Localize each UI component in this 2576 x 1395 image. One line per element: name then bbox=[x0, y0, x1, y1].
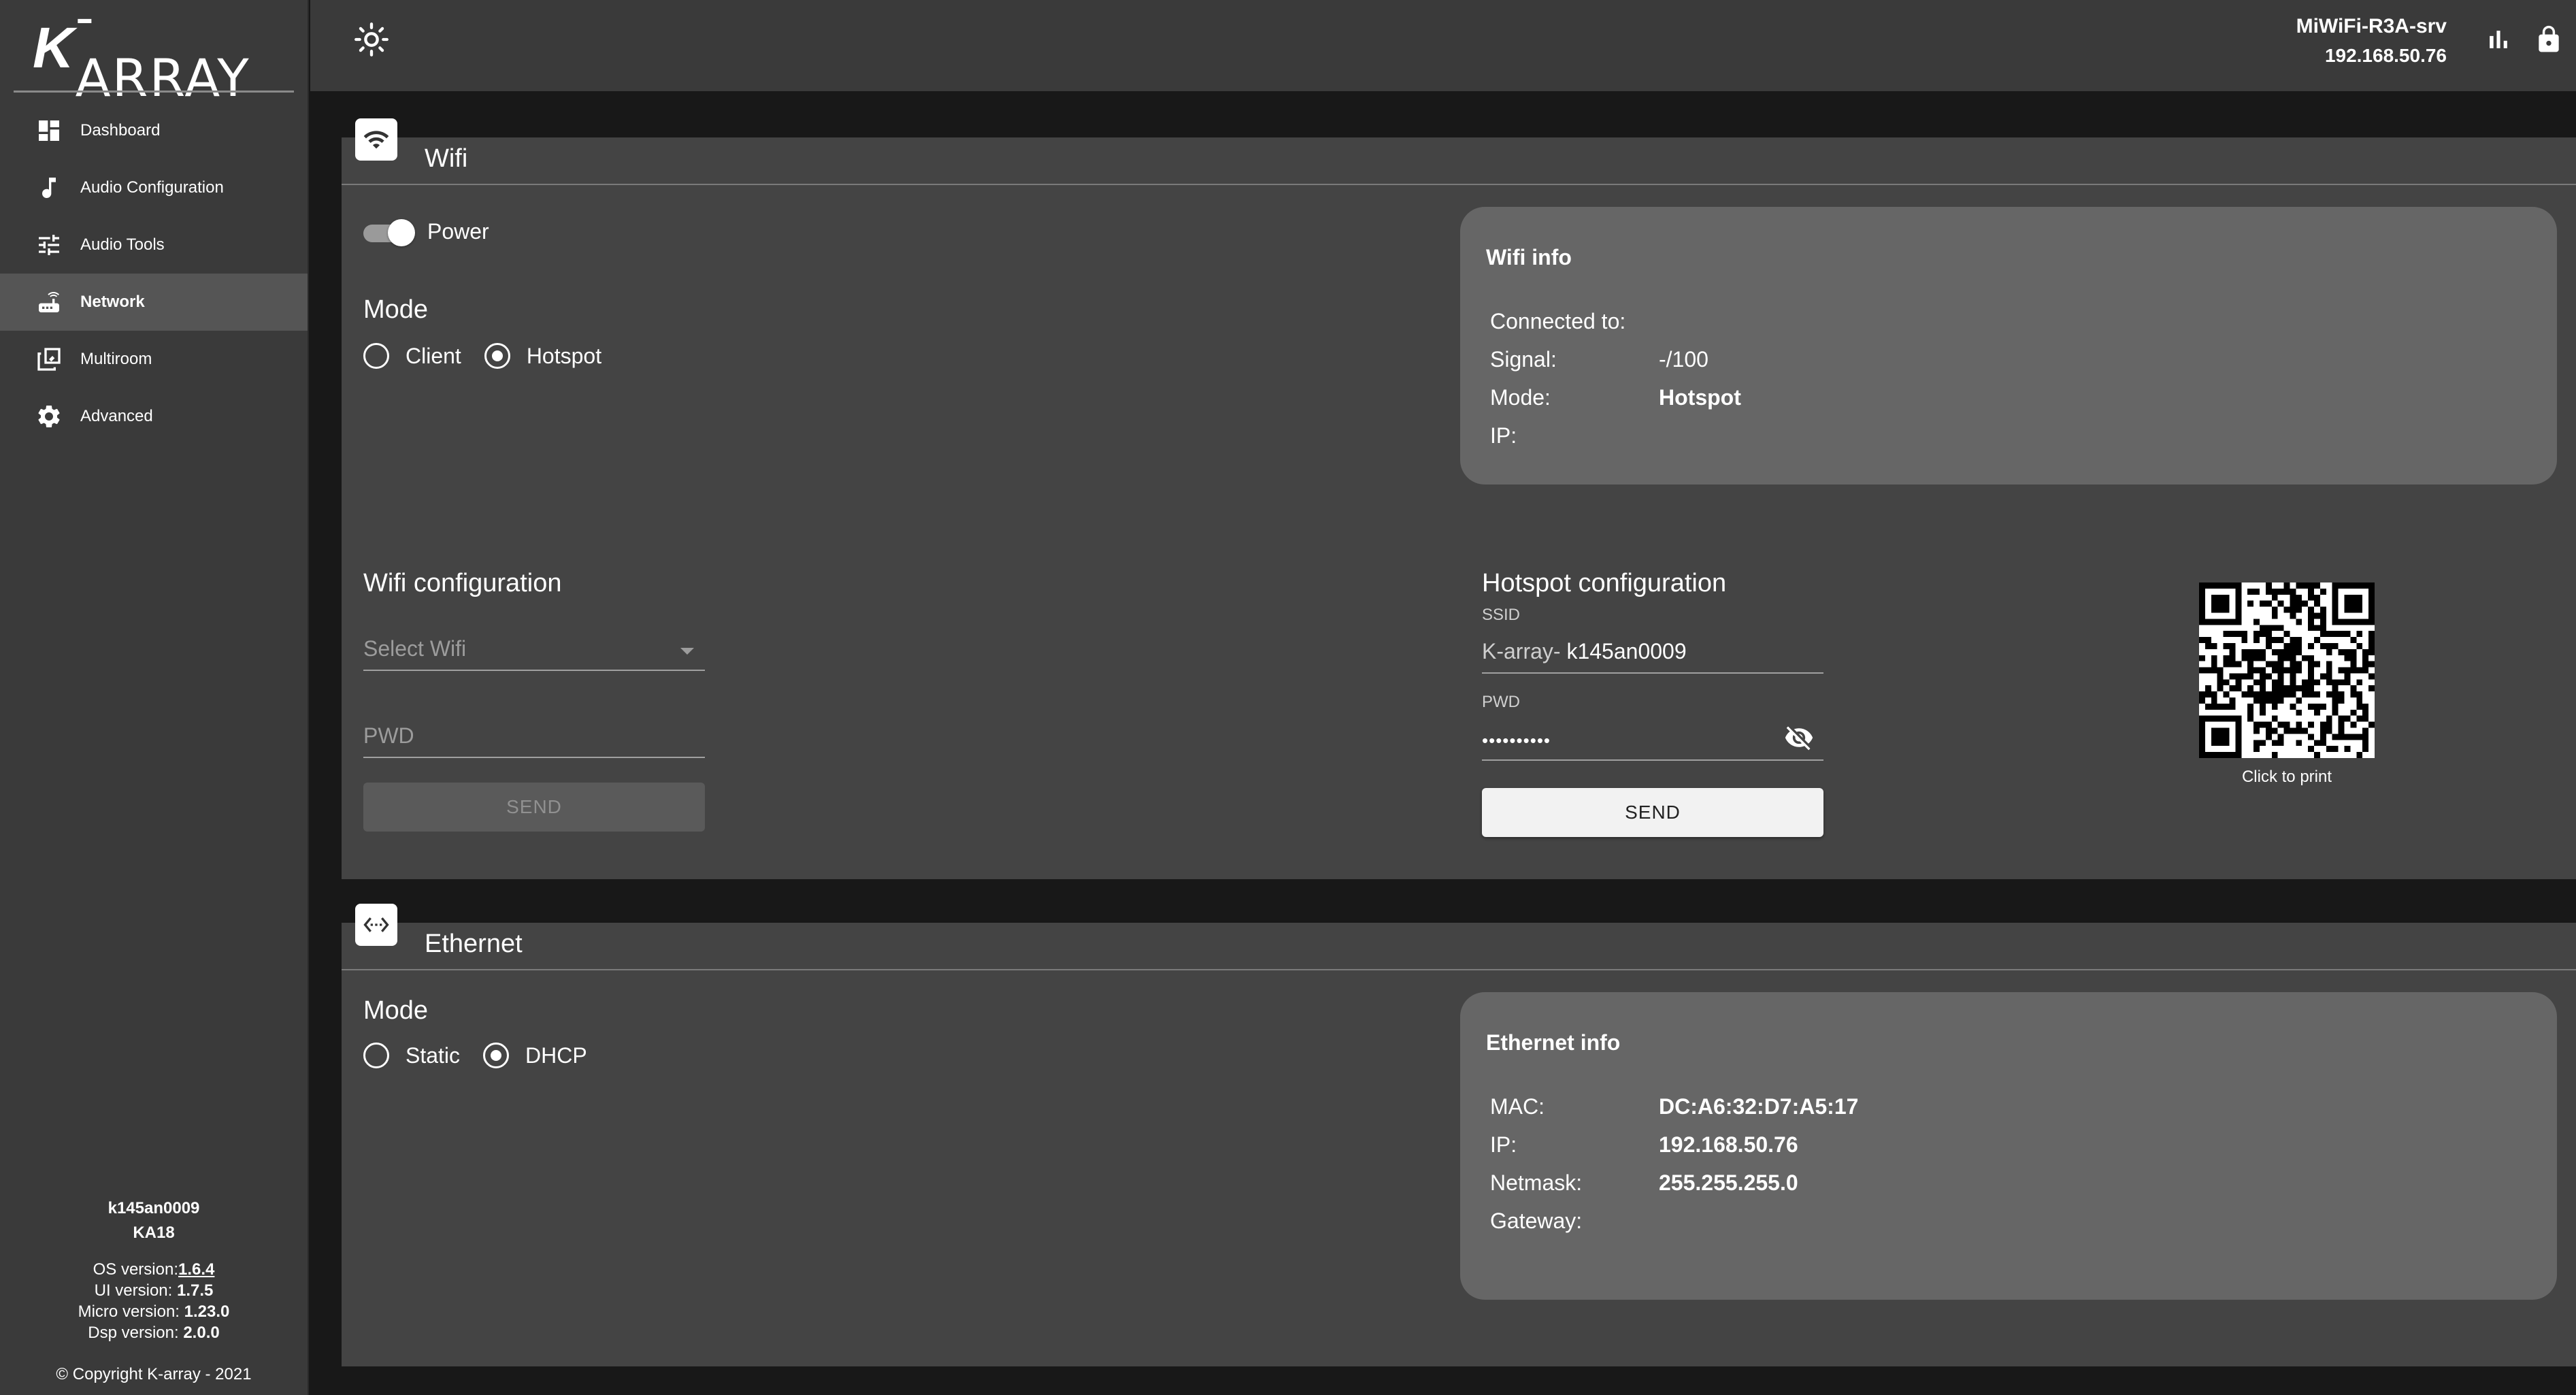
sidebar-item-dashboard[interactable]: Dashboard bbox=[0, 102, 308, 159]
network-ip: 192.168.50.76 bbox=[2324, 45, 2447, 66]
ethernet-info-ip-row: IP: 192.168.50.76 bbox=[1490, 1132, 1798, 1157]
wifi-mode-hotspot-radio[interactable] bbox=[484, 343, 510, 369]
wifi-mode-hotspot-option[interactable]: Hotspot bbox=[484, 343, 601, 369]
sidebar-item-audio-configuration[interactable]: Audio Configuration bbox=[0, 159, 308, 216]
sidebar-item-label: Multiroom bbox=[80, 350, 152, 368]
sidebar-item-label: Network bbox=[80, 293, 145, 311]
ethernet-card-header: Ethernet bbox=[342, 904, 2576, 970]
bar-chart-icon[interactable] bbox=[2483, 24, 2513, 54]
hotspot-ssid-prefix: K-array- bbox=[1482, 639, 1561, 663]
dashboard-icon bbox=[33, 114, 65, 147]
device-model: KA18 bbox=[133, 1224, 175, 1242]
logo-k: K bbox=[33, 15, 74, 80]
sidebar-nav: Dashboard Audio Configuration Audio Tool… bbox=[0, 102, 308, 445]
device-serial: k145an0009 bbox=[108, 1199, 200, 1217]
ethernet-icon bbox=[355, 904, 397, 946]
sidebar-item-network[interactable]: Network bbox=[0, 274, 308, 331]
hotspot-pwd-value: •••••••••• bbox=[1482, 730, 1551, 751]
logo-divider bbox=[14, 91, 294, 93]
hotspot-ssid-value: k145an0009 bbox=[1566, 639, 1687, 663]
hotspot-config-title: Hotspot configuration bbox=[1482, 569, 1727, 597]
hotspot-password-field[interactable]: PWD •••••••••• bbox=[1482, 693, 1823, 761]
ethernet-info-mac-row: MAC: DC:A6:32:D7:A5:17 bbox=[1490, 1094, 1859, 1119]
sidebar-item-audio-tools[interactable]: Audio Tools bbox=[0, 216, 308, 274]
app-root: K -ARRAY Dashboard Audio Configuration A… bbox=[0, 0, 2576, 1395]
wifi-send-button[interactable]: SEND bbox=[363, 783, 705, 832]
topbar: MiWiFi-R3A-srv 192.168.50.76 bbox=[310, 0, 2576, 91]
wifi-card-header: Wifi bbox=[342, 118, 2576, 185]
qr-print-caption[interactable]: Click to print bbox=[2199, 768, 2375, 787]
copyright: © Copyright K-array - 2021 bbox=[56, 1365, 252, 1383]
ethernet-info-title: Ethernet info bbox=[1486, 1030, 1621, 1055]
sidebar-item-label: Dashboard bbox=[80, 121, 161, 140]
ethernet-info-panel: Ethernet info MAC: DC:A6:32:D7:A5:17 IP:… bbox=[1460, 992, 2557, 1300]
hotspot-send-button[interactable]: SEND bbox=[1482, 788, 1823, 837]
wifi-info-connected-row: Connected to: bbox=[1490, 309, 1626, 333]
wifi-icon bbox=[355, 118, 397, 161]
hotspot-qr-code[interactable] bbox=[2199, 582, 2375, 758]
ui-version-row: UI version: 1.7.5 bbox=[94, 1281, 214, 1300]
wifi-info-title: Wifi info bbox=[1486, 245, 1572, 269]
wifi-info-ip-row: IP: bbox=[1490, 423, 1517, 448]
wifi-info-mode-row: Mode: Hotspot bbox=[1490, 385, 1741, 410]
wifi-power-label: Power bbox=[427, 219, 489, 244]
music-note-icon bbox=[33, 171, 65, 204]
sun-icon[interactable] bbox=[354, 22, 389, 57]
wifi-config-title: Wifi configuration bbox=[363, 569, 562, 597]
hotspot-ssid-field[interactable]: SSID K-array- k145an0009 bbox=[1482, 606, 1823, 674]
hotspot-pwd-label: PWD bbox=[1482, 693, 1520, 711]
version-info: OS version:1.6.4 UI version: 1.7.5 Micro… bbox=[0, 1259, 308, 1343]
ethernet-card-title: Ethernet bbox=[425, 930, 523, 958]
ethernet-mode-static-option[interactable]: Static bbox=[363, 1043, 460, 1068]
wifi-card-title: Wifi bbox=[425, 144, 468, 173]
sidebar-item-label: Advanced bbox=[80, 407, 153, 425]
wifi-info-signal-row: Signal: -/100 bbox=[1490, 347, 1708, 372]
micro-version-row: Micro version: 1.23.0 bbox=[78, 1302, 230, 1321]
wifi-mode-title: Mode bbox=[363, 295, 429, 324]
ethernet-mode-title: Mode bbox=[363, 996, 429, 1025]
gear-icon bbox=[33, 400, 65, 433]
sidebar-item-multiroom[interactable]: Multiroom bbox=[0, 331, 308, 388]
ethernet-mode-dhcp-radio[interactable] bbox=[483, 1043, 510, 1068]
router-icon bbox=[33, 286, 65, 318]
ethernet-mode-static-radio[interactable] bbox=[363, 1043, 389, 1068]
sliders-icon bbox=[33, 229, 65, 261]
wifi-power-toggle[interactable] bbox=[363, 219, 415, 246]
hotspot-ssid-label: SSID bbox=[1482, 606, 1521, 624]
sidebar-item-label: Audio Tools bbox=[80, 235, 165, 254]
chevron-down-icon bbox=[680, 648, 694, 655]
ethernet-info-netmask-row: Netmask: 255.255.255.0 bbox=[1490, 1170, 1798, 1195]
os-version-row: OS version:1.6.4 bbox=[93, 1260, 215, 1279]
ethernet-info-gateway-row: Gateway: bbox=[1490, 1209, 1583, 1233]
multiroom-icon bbox=[33, 343, 65, 376]
sidebar: K -ARRAY Dashboard Audio Configuration A… bbox=[0, 0, 309, 1395]
device-info: k145an0009 KA18 bbox=[0, 1196, 308, 1245]
sidebar-item-label: Audio Configuration bbox=[80, 178, 224, 197]
wifi-password-input[interactable]: PWD bbox=[363, 716, 705, 758]
os-version-link[interactable]: 1.6.4 bbox=[178, 1260, 214, 1279]
ethernet-mode-radio-group: Static DHCP bbox=[363, 1043, 610, 1068]
dsp-version-row: Dsp version: 2.0.0 bbox=[88, 1324, 220, 1342]
k-array-logo[interactable]: K -ARRAY bbox=[33, 0, 264, 108]
wifi-mode-radio-group: Client Hotspot bbox=[363, 343, 625, 369]
eye-off-icon[interactable] bbox=[1784, 723, 1814, 753]
wifi-mode-client-radio[interactable] bbox=[363, 343, 389, 369]
ethernet-mode-dhcp-option[interactable]: DHCP bbox=[483, 1043, 587, 1068]
wifi-info-panel: Wifi info Connected to: Signal: -/100 Mo… bbox=[1460, 207, 2557, 485]
network-name: MiWiFi-R3A-srv bbox=[2296, 15, 2447, 37]
ethernet-card: Ethernet Mode Static DHCP Ethernet info … bbox=[342, 904, 2576, 1366]
lock-icon[interactable] bbox=[2534, 24, 2564, 54]
wifi-mode-client-option[interactable]: Client bbox=[363, 343, 461, 369]
wifi-select-dropdown[interactable]: Select Wifi bbox=[363, 629, 705, 671]
sidebar-item-advanced[interactable]: Advanced bbox=[0, 388, 308, 445]
